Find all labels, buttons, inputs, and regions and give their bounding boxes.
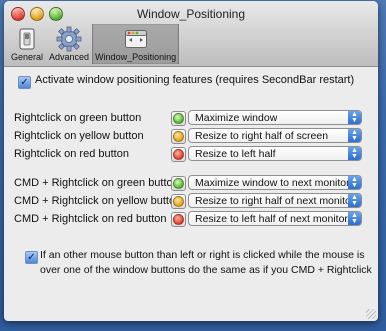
popup-value: Resize to right half of next monitor	[195, 195, 355, 207]
other-mouse-label-line1: If an other mouse button than left or ri…	[40, 249, 365, 261]
gear-icon	[56, 26, 82, 52]
preferences-toolbar: General Advanced Window_Positioning	[8, 24, 180, 64]
activate-checkbox[interactable]: ✓	[18, 76, 31, 89]
row-label: Rightclick on green button	[14, 112, 142, 124]
tab-window-positioning[interactable]: Window_Positioning	[92, 24, 180, 64]
title-bar: Window_Positioning General Advanced Wind…	[4, 1, 378, 67]
chevron-updown-icon: ▲ ▼	[348, 194, 361, 207]
red-button-icon	[171, 147, 186, 162]
chevron-updown-icon: ▲ ▼	[348, 147, 361, 160]
green-button-icon	[171, 176, 186, 191]
popup-value: Maximize window to next monitor	[195, 177, 350, 189]
chevron-updown-icon: ▲ ▼	[348, 111, 361, 124]
chevron-updown-icon: ▲ ▼	[348, 212, 361, 225]
mapping-row-cmd-yellow: CMD + Rightclick on yellow button Resize…	[4, 192, 378, 212]
other-mouse-checkbox[interactable]: ✓	[25, 251, 38, 264]
row-label: CMD + Rightclick on red button	[14, 213, 167, 225]
mapping-row-green: Rightclick on green button Maximize wind…	[4, 109, 378, 129]
tab-general[interactable]: General	[8, 24, 46, 64]
switch-icon	[19, 26, 35, 52]
row-label: CMD + Rightclick on green button	[14, 177, 179, 189]
green-button-icon	[171, 111, 186, 126]
popup-value: Resize to right half of screen	[195, 130, 329, 142]
row-label: Rightclick on red button	[14, 148, 129, 160]
row-label: Rightclick on yellow button	[14, 130, 144, 142]
other-mouse-label: If an other mouse button than left or ri…	[40, 248, 372, 278]
yellow-button-icon	[171, 129, 186, 144]
tab-window-positioning-label: Window_Positioning	[95, 52, 177, 62]
activate-label: Activate window positioning features (re…	[35, 74, 355, 86]
popup-value: Resize to left half of next monitor	[195, 213, 348, 225]
preferences-window: Window_Positioning General Advanced Wind…	[4, 1, 378, 321]
mapping-row-yellow: Rightclick on yellow button Resize to ri…	[4, 127, 378, 147]
action-popup[interactable]: Resize to left half of next monitor ▲ ▼	[188, 211, 362, 226]
tab-general-label: General	[11, 52, 44, 62]
mapping-row-red: Rightclick on red button Resize to left …	[4, 145, 378, 165]
window-title: Window_Positioning	[136, 7, 246, 21]
action-popup[interactable]: Resize to right half of screen ▲ ▼	[188, 128, 362, 143]
yellow-button-icon	[171, 194, 186, 209]
chevron-updown-icon: ▲ ▼	[348, 129, 361, 142]
tab-advanced[interactable]: Advanced	[46, 24, 92, 64]
red-button-icon	[171, 212, 186, 227]
action-popup[interactable]: Resize to right half of next monitor ▲ ▼	[188, 193, 362, 208]
row-label: CMD + Rightclick on yellow button	[14, 195, 182, 207]
resize-handle[interactable]	[366, 309, 376, 319]
action-popup[interactable]: Resize to left half ▲ ▼	[188, 146, 362, 161]
window-icon	[124, 26, 147, 52]
other-mouse-label-line2: over one of the window buttons do the sa…	[40, 264, 372, 276]
action-popup[interactable]: Maximize window ▲ ▼	[188, 110, 362, 125]
chevron-updown-icon: ▲ ▼	[348, 176, 361, 189]
mapping-row-cmd-red: CMD + Rightclick on red button Resize to…	[4, 210, 378, 230]
action-popup[interactable]: Maximize window to next monitor ▲ ▼	[188, 175, 362, 190]
popup-value: Maximize window	[195, 112, 278, 124]
tab-advanced-label: Advanced	[49, 52, 90, 62]
popup-value: Resize to left half	[195, 148, 276, 160]
mapping-row-cmd-green: CMD + Rightclick on green button Maximiz…	[4, 174, 378, 194]
